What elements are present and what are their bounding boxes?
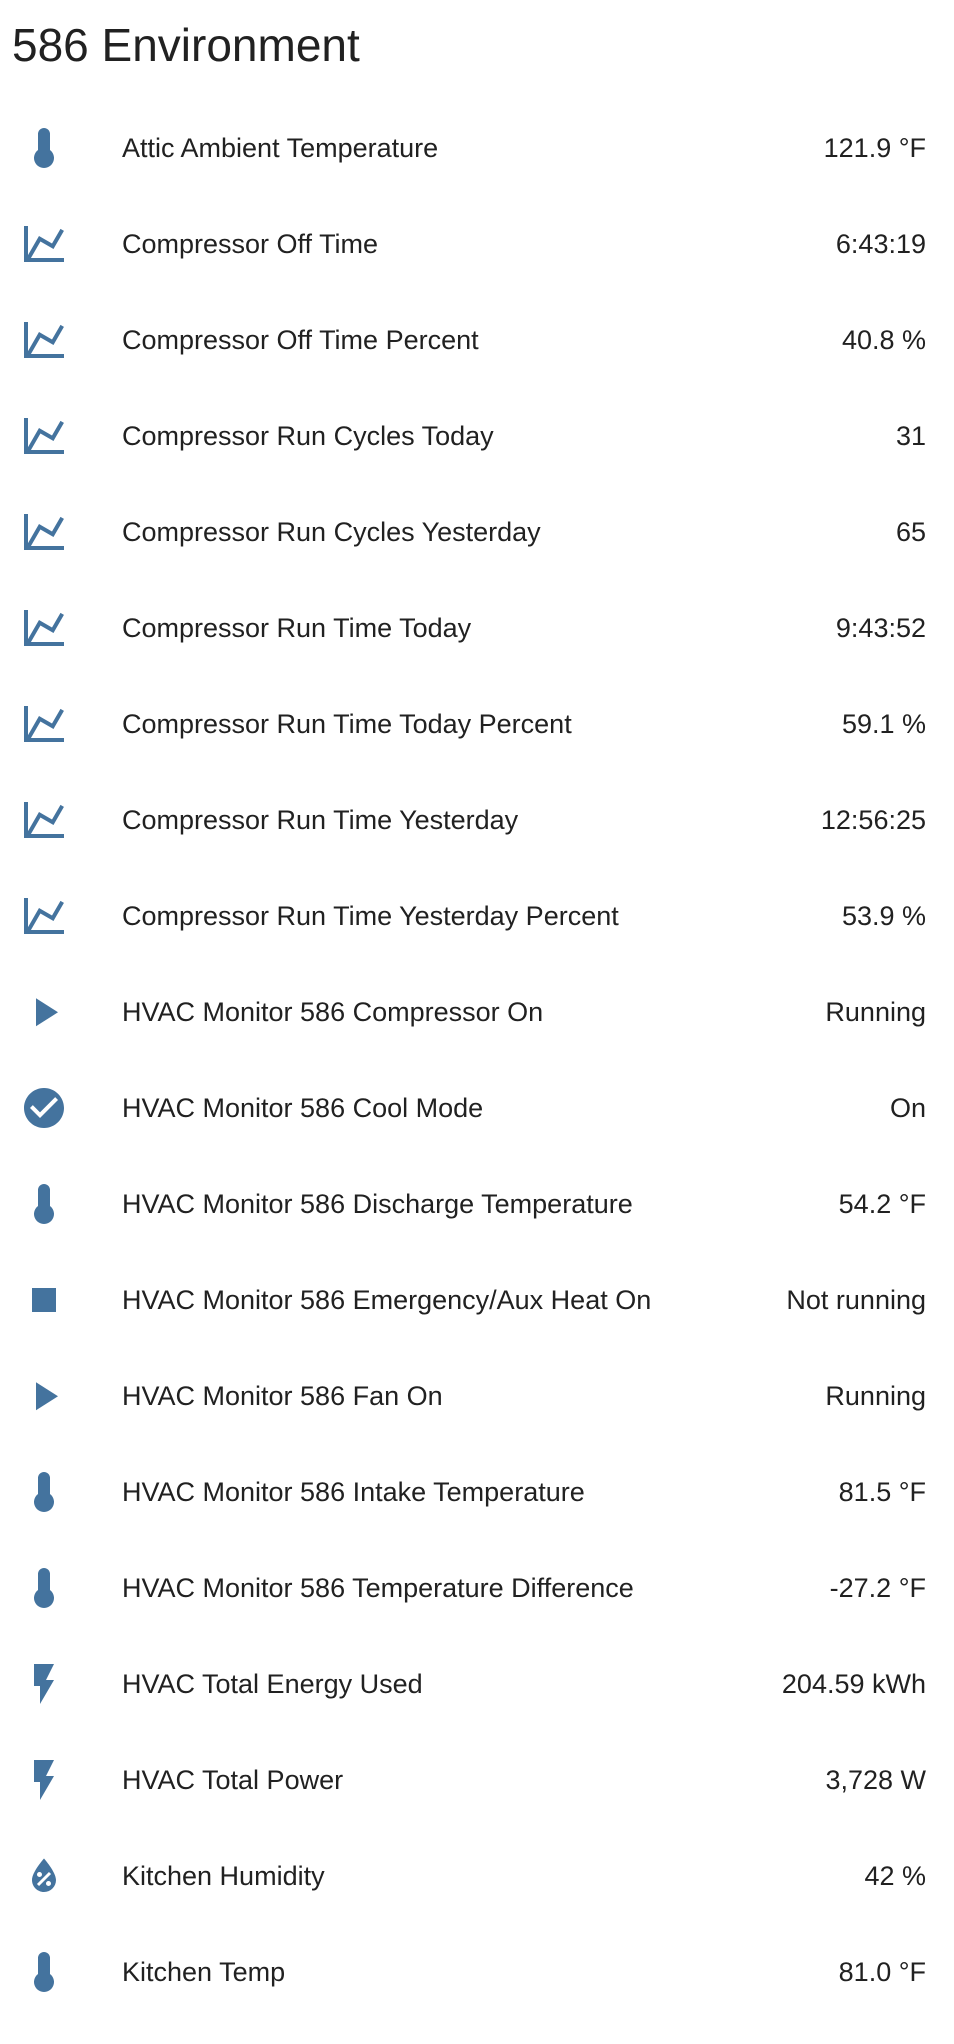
- entity-name: Compressor Run Cycles Today: [122, 421, 494, 451]
- chart-line-icon: [20, 220, 68, 268]
- entity-state: Running: [825, 997, 926, 1027]
- entity-list: Attic Ambient Temperature 121.9 °F Compres…: [0, 100, 954, 2020]
- entity-state: 31: [895, 421, 926, 451]
- entity-state: 40.8 %: [841, 325, 926, 355]
- entity-row[interactable]: HVAC Monitor 586 Intake Temperature 81.5 …: [0, 1444, 954, 1540]
- entity-row[interactable]: HVAC Monitor 586 Temperature Difference -…: [0, 1540, 954, 1636]
- chart-line-icon: [20, 892, 68, 940]
- entity-name: HVAC Monitor 586 Cool Mode: [122, 1093, 484, 1123]
- chart-line-icon: [20, 700, 68, 748]
- entity-state: -27.2 °F: [829, 1573, 926, 1603]
- entity-row[interactable]: HVAC Total Energy Used 204.59 kWh: [0, 1636, 954, 1732]
- flash-icon: [20, 1660, 68, 1708]
- entity-state: Not running: [786, 1285, 926, 1315]
- entity-state: 12:56:25: [820, 805, 926, 835]
- entity-row[interactable]: HVAC Monitor 586 Discharge Temperature 54…: [0, 1156, 954, 1252]
- water-percent-icon: [20, 1852, 68, 1900]
- entity-row[interactable]: Compressor Run Time Today 9:43:52: [0, 580, 954, 676]
- entity-row[interactable]: Attic Ambient Temperature 121.9 °F: [0, 100, 954, 196]
- entity-row[interactable]: Kitchen Humidity 42 %: [0, 1828, 954, 1924]
- thermometer-icon: [20, 1468, 68, 1516]
- entity-row[interactable]: Compressor Off Time Percent 40.8 %: [0, 292, 954, 388]
- entity-row[interactable]: HVAC Monitor 586 Compressor On Running: [0, 964, 954, 1060]
- entity-name: HVAC Monitor 586 Emergency/Aux Heat On: [122, 1285, 652, 1315]
- thermometer-icon: [20, 1948, 68, 1996]
- entity-name: Compressor Run Time Yesterday Percent: [122, 901, 619, 931]
- entity-name: Compressor Run Time Today: [122, 613, 472, 643]
- entity-row[interactable]: HVAC Total Power 3,728 W: [0, 1732, 954, 1828]
- chart-line-icon: [20, 604, 68, 652]
- entity-state: 53.9 %: [841, 901, 926, 931]
- thermometer-icon: [20, 1180, 68, 1228]
- entity-row[interactable]: Kitchen Temp 81.0 °F: [0, 1924, 954, 2020]
- entity-state: 81.5 °F: [838, 1477, 926, 1507]
- entity-state: 42 %: [864, 1861, 926, 1891]
- entities-card: 586 Environment Attic Ambient Temperatur…: [0, 0, 954, 2044]
- entity-row[interactable]: Compressor Run Time Yesterday Percent 53.…: [0, 868, 954, 964]
- thermometer-icon: [20, 1564, 68, 1612]
- entity-name: HVAC Monitor 586 Temperature Difference: [122, 1573, 634, 1603]
- entity-state: 3,728 W: [825, 1765, 926, 1795]
- entity-name: HVAC Monitor 586 Discharge Temperature: [122, 1189, 633, 1219]
- thermometer-icon: [20, 124, 68, 172]
- stop-icon: [20, 1276, 68, 1324]
- card-title: 586 Environment: [12, 19, 360, 71]
- entity-name: Compressor Off Time: [122, 229, 379, 259]
- entity-row[interactable]: Compressor Run Cycles Today 31: [0, 388, 954, 484]
- entity-name: HVAC Monitor 586 Intake Temperature: [122, 1477, 585, 1507]
- entity-name: HVAC Total Power: [122, 1765, 344, 1795]
- entity-row[interactable]: Compressor Off Time 6:43:19: [0, 196, 954, 292]
- play-icon: [20, 988, 68, 1036]
- entity-name: Compressor Off Time Percent: [122, 325, 479, 355]
- entity-name: HVAC Monitor 586 Compressor On: [122, 997, 544, 1027]
- entity-state: 121.9 °F: [823, 133, 926, 163]
- chart-line-icon: [20, 508, 68, 556]
- entity-name: HVAC Total Energy Used: [122, 1669, 423, 1699]
- entity-state: 204.59 kWh: [781, 1669, 926, 1699]
- entity-state: On: [889, 1093, 926, 1123]
- chart-line-icon: [20, 316, 68, 364]
- flash-icon: [20, 1756, 68, 1804]
- entity-state: 9:43:52: [835, 613, 926, 643]
- entity-state: 6:43:19: [835, 229, 926, 259]
- chart-line-icon: [20, 796, 68, 844]
- entity-row[interactable]: HVAC Monitor 586 Fan On Running: [0, 1348, 954, 1444]
- entity-name: Compressor Run Time Yesterday: [122, 805, 519, 835]
- entity-name: Compressor Run Cycles Yesterday: [122, 517, 541, 547]
- entity-state: 54.2 °F: [838, 1189, 926, 1219]
- entity-name: HVAC Monitor 586 Fan On: [122, 1381, 443, 1411]
- entity-row[interactable]: Compressor Run Cycles Yesterday 65: [0, 484, 954, 580]
- entity-name: Kitchen Humidity: [122, 1861, 325, 1891]
- entity-row[interactable]: HVAC Monitor 586 Emergency/Aux Heat On No…: [0, 1252, 954, 1348]
- chart-line-icon: [20, 412, 68, 460]
- entity-state: 65: [895, 517, 926, 547]
- entity-row[interactable]: Compressor Run Time Yesterday 12:56:25: [0, 772, 954, 868]
- entity-name: Kitchen Temp: [122, 1957, 286, 1987]
- entity-name: Attic Ambient Temperature: [122, 133, 439, 163]
- entity-name: Compressor Run Time Today Percent: [122, 709, 572, 739]
- entity-row[interactable]: HVAC Monitor 586 Cool Mode On: [0, 1060, 954, 1156]
- entity-state: 81.0 °F: [838, 1957, 926, 1987]
- entity-row[interactable]: Compressor Run Time Today Percent 59.1 %: [0, 676, 954, 772]
- play-icon: [20, 1372, 68, 1420]
- entity-state: Running: [825, 1381, 926, 1411]
- check-circle-icon: [20, 1084, 68, 1132]
- entity-state: 59.1 %: [841, 709, 926, 739]
